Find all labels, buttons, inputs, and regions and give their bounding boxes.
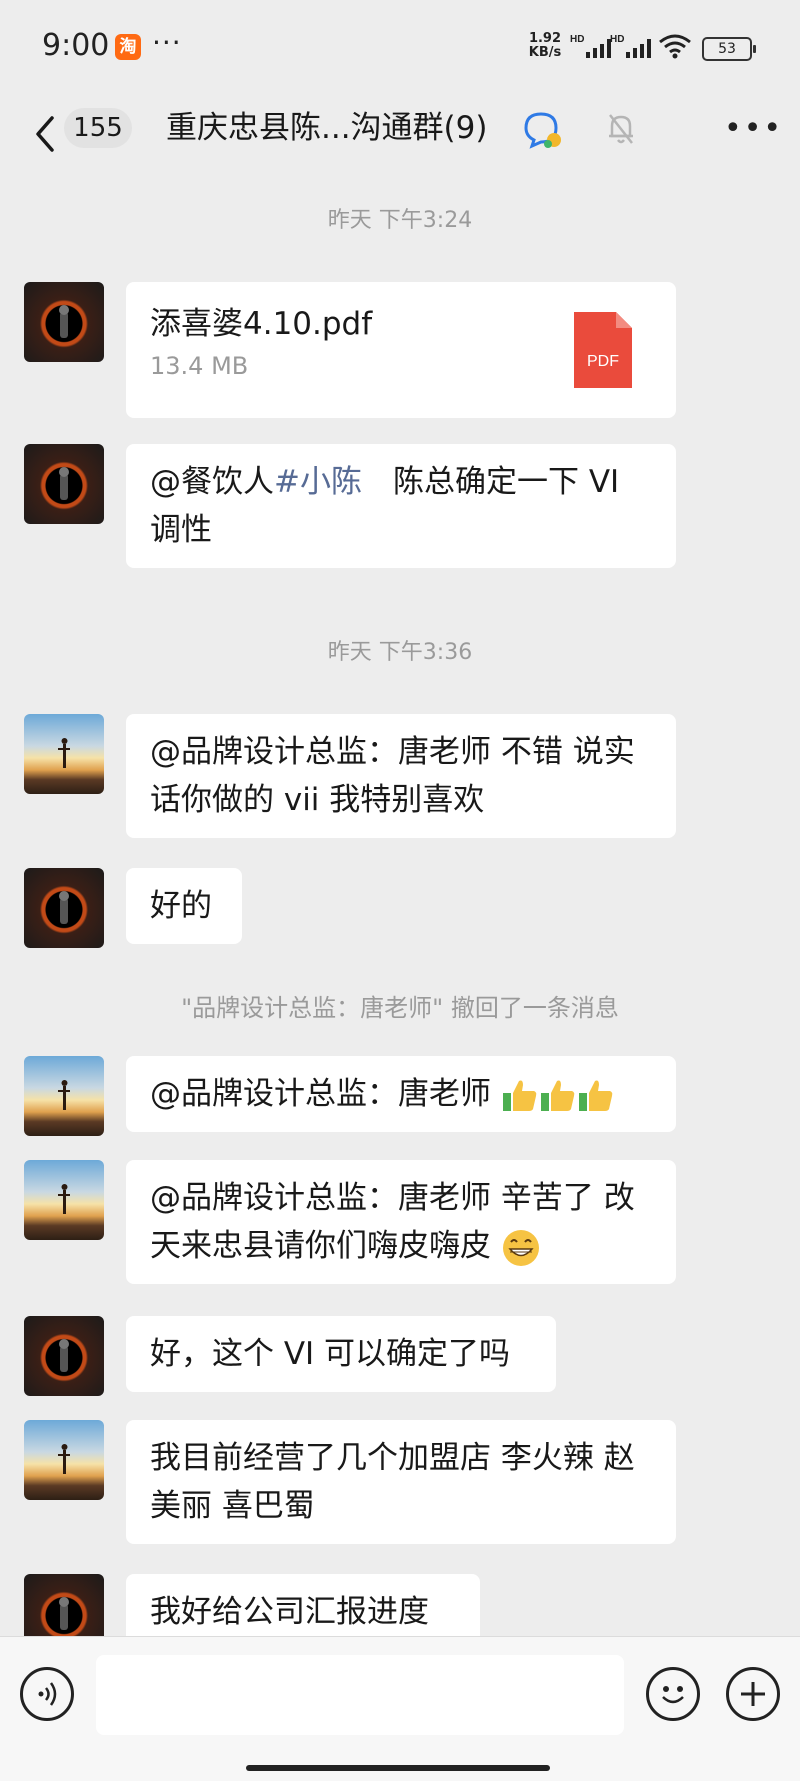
message-bubble[interactable]: @品牌设计总监：唐老师 辛苦了 改天来忠县请你们嗨皮嗨皮: [126, 1160, 676, 1284]
message-list[interactable]: 昨天 下午3:24 添喜婆4.10.pdf 13.4 MB PDF @餐饮人#小…: [0, 176, 800, 1636]
message-bubble[interactable]: 好，这个 VI 可以确定了吗: [126, 1316, 556, 1392]
message-text: @品牌设计总监：唐老师: [150, 1076, 501, 1112]
avatar[interactable]: [24, 1056, 104, 1136]
message-bubble[interactable]: 我好给公司汇报进度: [126, 1574, 480, 1636]
home-indicator: [246, 1765, 550, 1771]
grin-emoji-icon: [502, 1229, 539, 1266]
mention-tag[interactable]: #小陈: [274, 464, 362, 500]
signal-icon: HD: [610, 34, 651, 58]
status-time: 9:00: [42, 28, 110, 63]
network-speed: 1.92 KB/s: [527, 32, 563, 60]
pdf-label: PDF: [587, 353, 619, 370]
status-bar: 9:00 淘 ··· 1.92 KB/s HD HD 53: [0, 0, 800, 96]
message-bubble[interactable]: 我目前经营了几个加盟店 李火辣 赵美丽 喜巴蜀: [126, 1420, 676, 1544]
message-bubble[interactable]: 好的: [126, 868, 242, 944]
timestamp: 昨天 下午3:36: [327, 640, 473, 665]
message-bubble[interactable]: @餐饮人#小陈 陈总确定一下 VI 调性: [126, 444, 676, 568]
message-text: @品牌设计总监：唐老师 辛苦了 改天来忠县请你们嗨皮嗨皮: [150, 1180, 635, 1264]
thumbs-up-icon: [502, 1080, 537, 1111]
file-name: 添喜婆4.10.pdf: [150, 306, 373, 342]
avatar[interactable]: [24, 1420, 104, 1500]
status-more-icon: ···: [152, 26, 182, 59]
unread-count-badge[interactable]: 155: [64, 108, 132, 148]
plus-icon[interactable]: [726, 1667, 780, 1721]
network-speed-unit: KB/s: [528, 45, 562, 60]
file-size: 13.4 MB: [150, 352, 249, 380]
battery-icon: 53: [702, 37, 756, 61]
recall-notice: "品牌设计总监：唐老师" 撤回了一条消息: [181, 994, 619, 1022]
avatar[interactable]: [24, 444, 104, 524]
chat-header: 155 重庆忠县陈...沟通群(9) •••: [0, 96, 800, 176]
avatar[interactable]: [24, 714, 104, 794]
wifi-icon: [659, 34, 691, 59]
svg-text:HD: HD: [570, 34, 584, 45]
timestamp: 昨天 下午3:24: [327, 208, 473, 233]
smile-icon[interactable]: [646, 1667, 700, 1721]
taobao-notification-icon: 淘: [115, 34, 141, 60]
chat-bubbles-icon[interactable]: [522, 110, 568, 152]
thumbs-up-icon: [540, 1080, 575, 1111]
voice-icon[interactable]: [20, 1667, 74, 1721]
message-bubble[interactable]: @品牌设计总监：唐老师: [126, 1056, 676, 1132]
input-bar: [0, 1636, 800, 1781]
file-message[interactable]: 添喜婆4.10.pdf 13.4 MB PDF: [126, 282, 676, 418]
avatar[interactable]: [24, 1160, 104, 1240]
avatar[interactable]: [24, 1316, 104, 1396]
message-input[interactable]: [96, 1655, 624, 1735]
svg-text:HD: HD: [610, 34, 624, 45]
message-bubble[interactable]: @品牌设计总监：唐老师 不错 说实话你做的 vii 我特别喜欢: [126, 714, 676, 838]
bell-off-icon[interactable]: [606, 112, 636, 146]
avatar[interactable]: [24, 282, 104, 362]
pdf-file-icon: PDF: [574, 312, 632, 388]
more-horizontal-icon[interactable]: •••: [724, 114, 783, 144]
avatar[interactable]: [24, 868, 104, 948]
thumbs-up-icon: [578, 1080, 613, 1111]
chat-title[interactable]: 重庆忠县陈...沟通群(9): [166, 106, 487, 150]
avatar[interactable]: [24, 1574, 104, 1636]
network-speed-value: 1.92: [528, 31, 562, 46]
mention-text: @餐饮人: [150, 464, 274, 500]
